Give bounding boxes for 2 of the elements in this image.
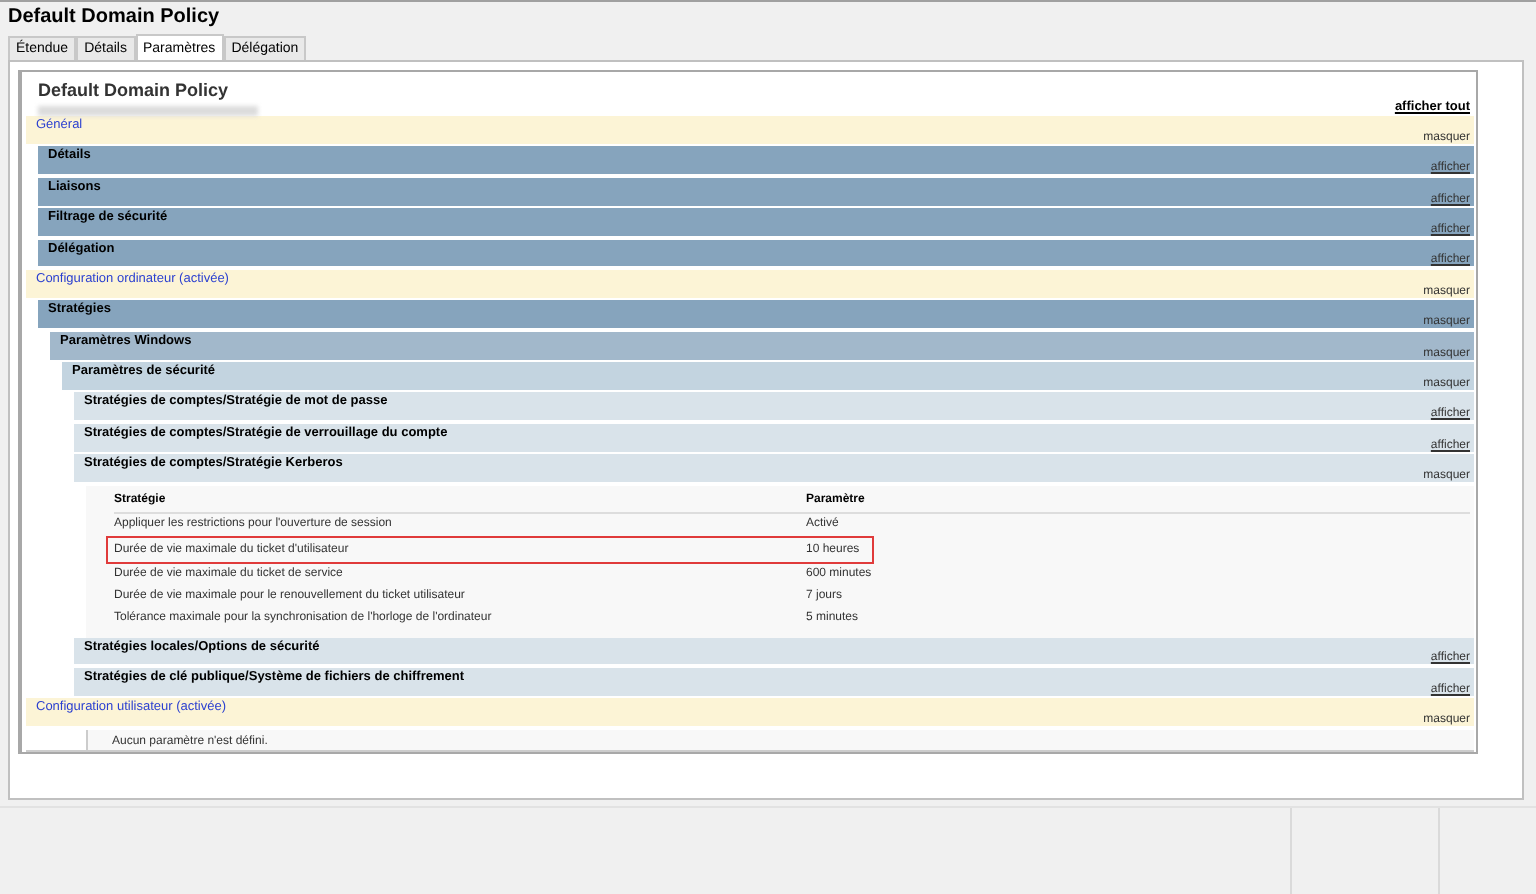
- report-title: Default Domain Policy: [38, 80, 231, 100]
- window-title: Default Domain Policy: [6, 4, 222, 30]
